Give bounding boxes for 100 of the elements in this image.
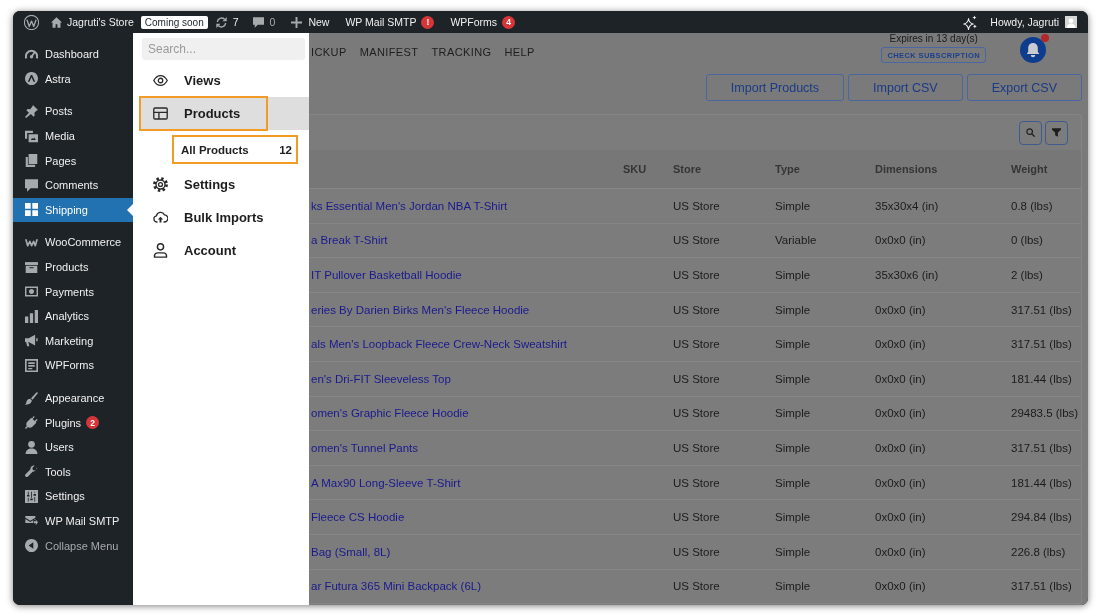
column-header: Type [775,163,801,175]
avatar-icon [1065,16,1077,28]
sidebar-item[interactable]: Products [13,254,133,280]
sidebar-item[interactable]: Analytics [13,303,133,329]
home-icon [51,16,62,28]
table-cell-text: 0 (lbs) [1011,234,1044,247]
triangle-logo-icon [25,72,38,86]
sidebar-item[interactable]: Comments [13,172,133,198]
notification-badge: 4 [502,15,516,29]
expiry-text: Expires in 13 day(s) [889,33,978,44]
sidebar-item[interactable]: Shipping [13,197,133,223]
plugin-menu-link[interactable]: WP Mail SMTP ! [345,11,435,33]
user-icon [25,440,38,454]
sidebar-item[interactable]: Appearance [13,385,133,411]
table-cell-text: 0x0x0 (in) [875,511,927,524]
plug-icon [25,416,38,430]
person-icon [153,243,168,258]
layout-icon [153,106,168,121]
speech-bubble-icon [252,16,264,28]
table-cell-text: US Store [673,545,721,558]
sparkle-icon[interactable] [963,14,979,30]
sidebar-item[interactable]: Posts [13,99,133,124]
table-cell-text: 0x0x0 (in) [875,545,927,558]
menu-item[interactable]: Settings [139,168,309,201]
menu-item[interactable]: Bulk Imports [139,201,309,234]
menu-item[interactable]: Account [139,234,309,267]
archive-box-icon [25,260,38,274]
sidebar-item[interactable]: Astra [13,66,133,92]
sidebar-item[interactable]: WPForms [13,353,133,378]
comments-link[interactable]: 0 [252,11,276,33]
sidebar-item[interactable]: Users [13,434,133,460]
table-cell-text: Simple [775,476,812,489]
table-cell-text: US Store [673,476,721,489]
search-field[interactable]: Search... [142,38,305,60]
table-cell-text: US Store [673,303,721,316]
media-icon [25,129,38,143]
form-icon [25,358,38,372]
sidebar-item[interactable]: Payments [13,279,133,304]
submenu-item[interactable]: All Products 12 [172,135,298,164]
sidebar-item[interactable]: Media [13,123,133,149]
filter-button[interactable] [1045,120,1068,145]
table-cell-text: 0x0x0 (in) [875,234,927,247]
nav-tab[interactable]: TRACKING [431,46,492,59]
table-cell-text: US Store [673,234,721,247]
account-link[interactable]: Howdy, Jagruti [990,11,1077,33]
table-cell-text: 29483.5 (lbs) [1011,407,1080,420]
sidebar-item[interactable]: Dashboard [13,42,133,67]
table-cell-text: 181.44 (lbs) [1011,476,1073,489]
column-header: Weight [1011,163,1049,175]
bell-icon[interactable] [1020,37,1046,63]
table-cell-text: Variable [775,234,818,247]
item-count: 12 [279,143,292,156]
table-cell-text: 317.51 (lbs) [1011,303,1073,316]
menu-item[interactable]: Products [139,97,309,130]
table-cell-text: Simple [775,441,812,454]
nav-tab[interactable]: HELP [504,46,535,59]
banknote-icon [25,285,38,299]
sidebar-item[interactable]: Pages [13,148,133,173]
table-cell-text: 317.51 (lbs) [1011,338,1073,351]
table-cell-text: 0x0x0 (in) [875,372,927,385]
table-cell-text: 35x30x6 (in) [875,269,940,281]
table-cell-text: 2 (lbs) [1011,269,1044,281]
grid-icon [25,203,38,217]
sidebar-item[interactable]: Marketing [13,328,133,354]
collapse-menu-button[interactable]: Collapse Menu [13,533,133,558]
sidebar-item[interactable]: WooCommerce [13,230,133,255]
plugin-menu-link[interactable]: WPForms 4 [450,11,516,33]
plus-icon [291,16,303,28]
table-cell-text: 226.8 (lbs) [1011,545,1067,558]
notification-badge: ! [421,15,435,29]
sidebar-item[interactable]: WP Mail SMTP [13,508,133,534]
table-cell-text: Simple [775,372,812,385]
table-cell-text: US Store [673,269,721,281]
menu-item[interactable]: Views [139,64,309,97]
sidebar-item[interactable]: Tools [13,459,133,485]
table-cell-text: Simple [775,199,812,212]
site-link[interactable]: Jagruti's Store [51,11,134,33]
table-cell-text: Simple [775,269,812,281]
table-cell-text: Simple [775,580,812,593]
table-cell-text: US Store [673,372,721,385]
new-link[interactable]: New [291,11,330,33]
column-header: Dimensions [875,163,939,175]
column-header: SKU [623,163,648,175]
table-cell-text: 0x0x0 (in) [875,338,927,351]
cloud-upload-icon [153,210,168,225]
search-button[interactable] [1019,120,1042,145]
updates-link[interactable]: 7 [215,11,239,33]
table-cell-text: 181.44 (lbs) [1011,372,1073,385]
settings-icon [153,177,168,192]
table-cell-text: Simple [775,511,812,524]
table-cell-text: US Store [673,199,721,212]
site-logo-icon[interactable] [24,14,39,30]
sidebar-item[interactable]: Settings [13,484,133,509]
paintbrush-icon [25,391,38,405]
table-cell-text: 0x0x0 (in) [875,580,927,593]
collapse-icon [25,539,38,553]
nav-tab[interactable]: MANIFEST [359,46,419,59]
nav-tab[interactable]: ICKUP [311,46,347,59]
sidebar-item[interactable]: Plugins 2 [13,410,133,435]
sync-icon [215,16,227,28]
